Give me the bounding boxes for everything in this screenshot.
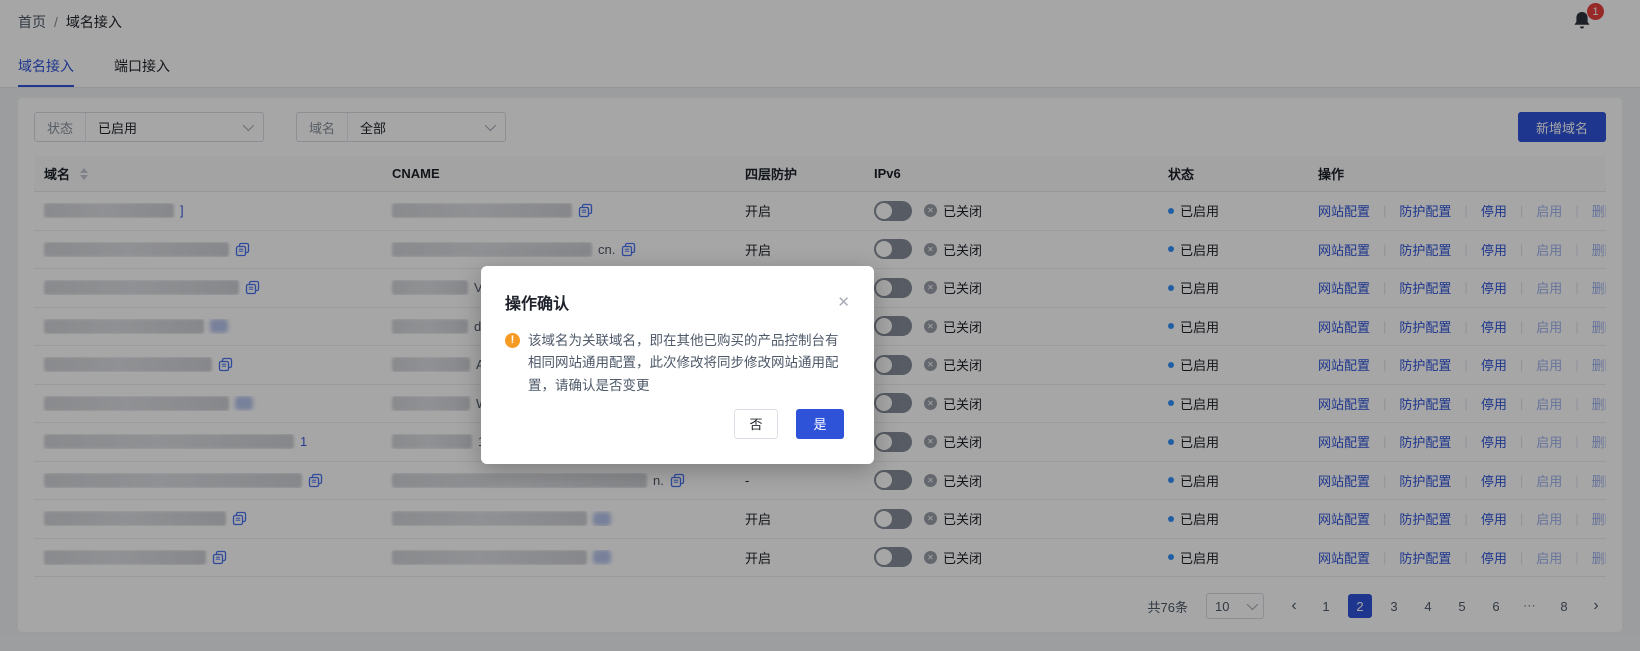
dialog-message: 该域名为关联域名，即在其他已购买的产品控制台有相同网站通用配置，此次修改将同步修… (528, 330, 846, 397)
dialog-title: 操作确认 (505, 290, 569, 314)
cancel-button[interactable]: 否 (734, 409, 778, 439)
confirm-button[interactable]: 是 (796, 409, 844, 439)
confirm-dialog: 操作确认 ✕ ! 该域名为关联域名，即在其他已购买的产品控制台有相同网站通用配置… (481, 266, 874, 464)
close-icon[interactable]: ✕ (837, 295, 850, 310)
warning-icon: ! (505, 333, 520, 348)
